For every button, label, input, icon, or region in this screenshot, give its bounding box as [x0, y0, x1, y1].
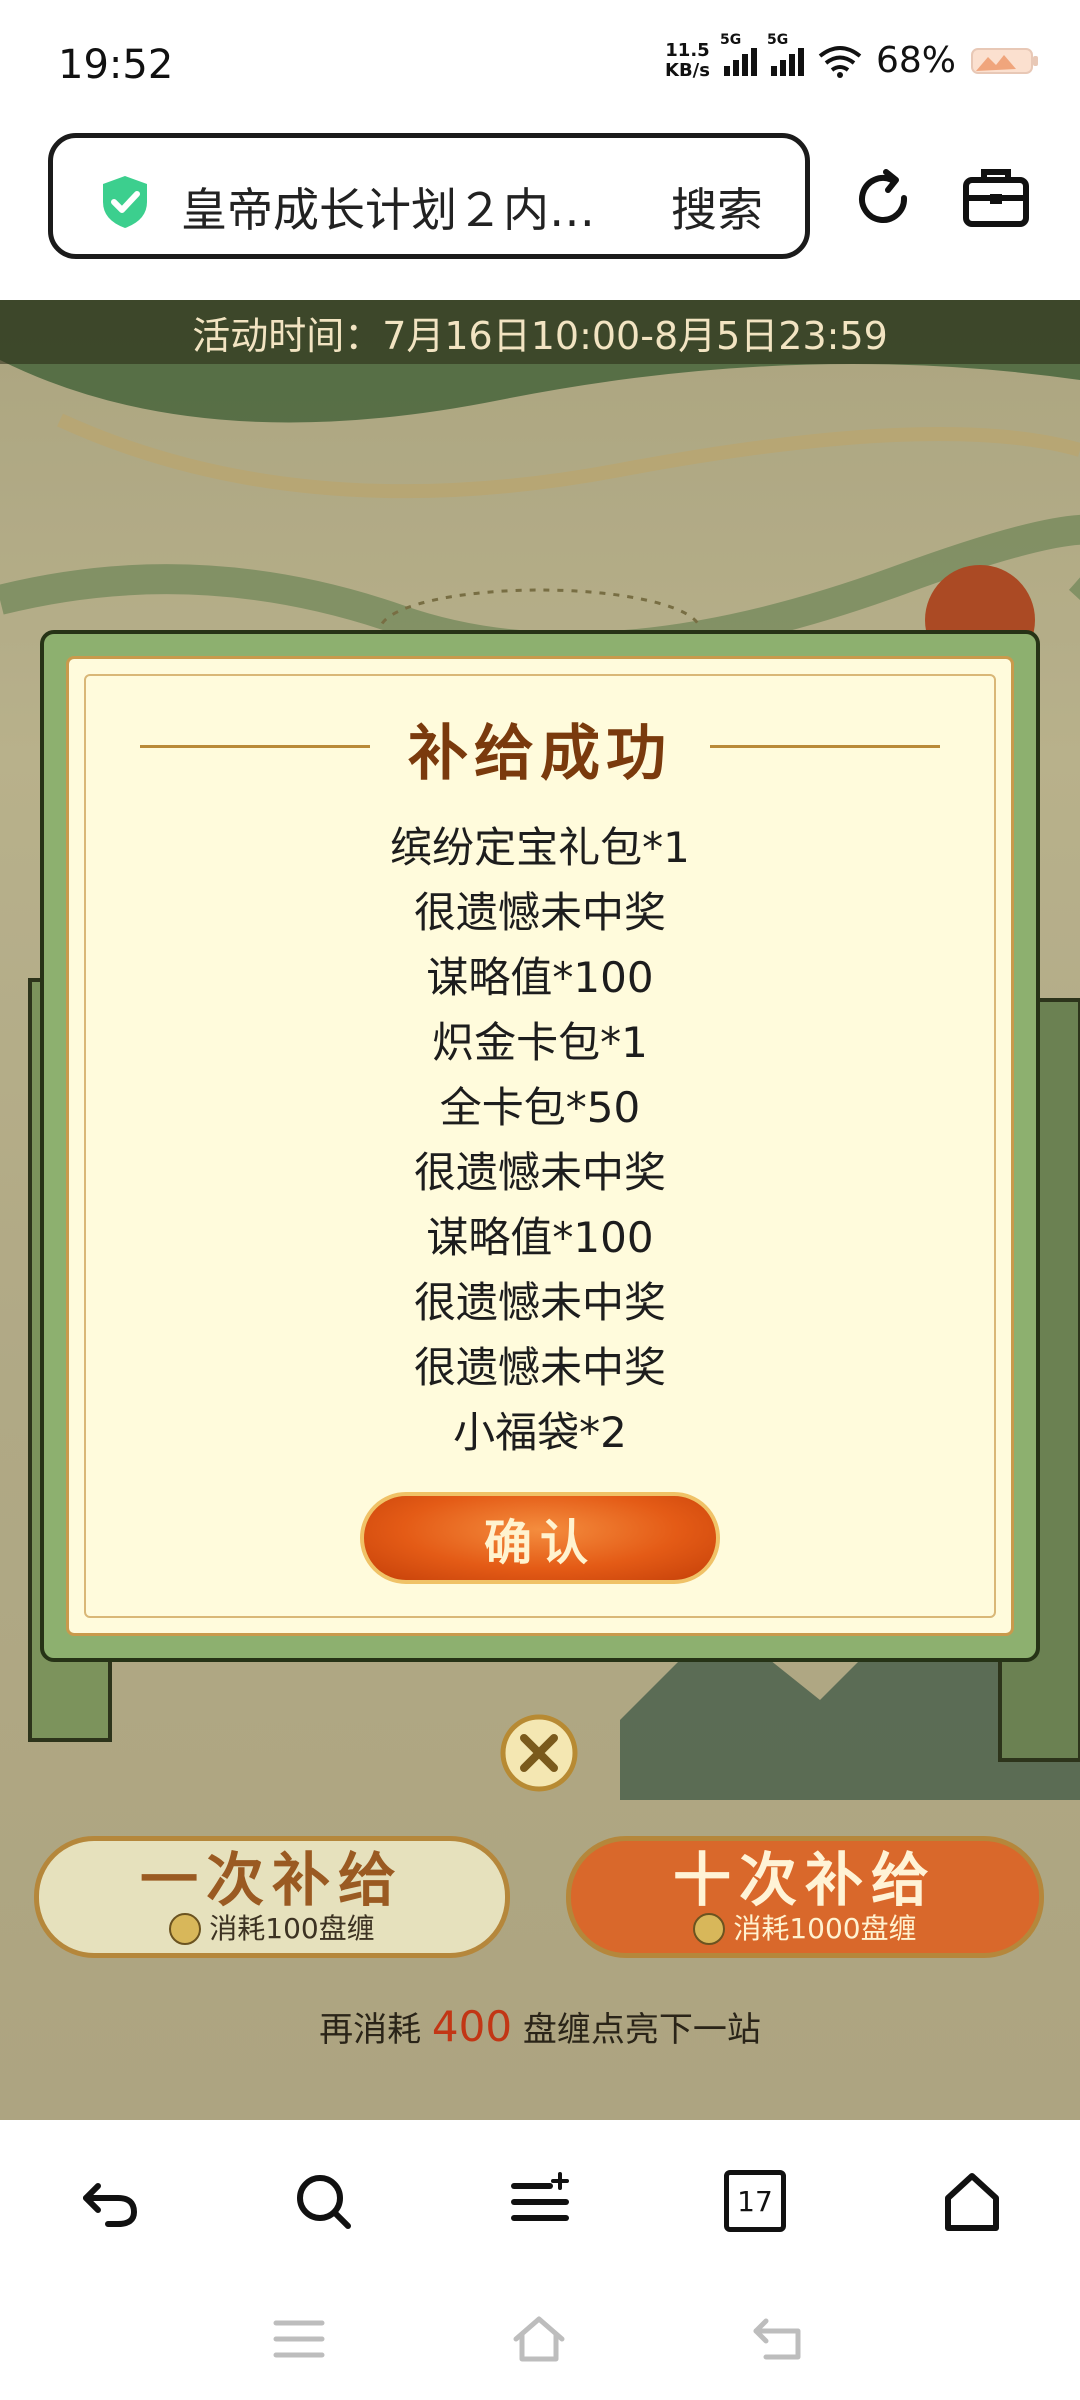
status-icons: 11.5 KB/s 5G 5G 68% — [665, 32, 1040, 81]
coin-icon — [169, 1913, 202, 1945]
status-time: 19:52 — [58, 42, 174, 88]
network-speed-unit: KB/s — [665, 59, 710, 81]
single-supply-title: 一次补给 — [139, 1846, 404, 1914]
toolbox-icon[interactable] — [962, 166, 1030, 230]
system-home-icon[interactable] — [512, 2315, 566, 2363]
result-item: 很遗憾未中奖 — [413, 1343, 666, 1392]
signal-5g-icon-2: 5G — [767, 32, 804, 76]
battery-percent: 68% — [875, 40, 956, 81]
system-back-icon[interactable] — [752, 2315, 806, 2363]
progress-suffix: 盘缠点亮下一站 — [522, 2010, 761, 2050]
single-supply-cost: 消耗100盘缠 — [169, 1912, 375, 1946]
modal-title: 补给成功 — [408, 719, 672, 789]
ten-supply-button[interactable]: 十次补给 消耗1000盘缠 — [566, 1836, 1044, 1958]
single-supply-cost-text: 消耗100盘缠 — [209, 1912, 375, 1945]
menu-icon[interactable] — [508, 2170, 572, 2234]
confirm-button[interactable]: 确认 — [360, 1492, 720, 1584]
single-supply-button[interactable]: 一次补给 消耗100盘缠 — [34, 1836, 510, 1958]
back-icon[interactable] — [78, 2170, 142, 2234]
tab-count: 17 — [737, 2184, 773, 2218]
network-speed: 11.5 KB/s — [665, 39, 710, 81]
address-bar[interactable]: 皇帝成长计划２内… 搜索 — [48, 133, 810, 259]
search-icon[interactable] — [292, 2170, 356, 2234]
result-item: 小福袋*2 — [453, 1408, 627, 1457]
network-speed-value: 11.5 — [665, 39, 710, 61]
search-button[interactable]: 搜索 — [671, 174, 763, 240]
reload-icon[interactable] — [852, 168, 916, 232]
coin-icon — [693, 1913, 726, 1945]
result-item: 缤纷定宝礼包*1 — [390, 823, 690, 872]
result-item: 谋略值*100 — [426, 1213, 654, 1262]
recent-apps-icon[interactable] — [272, 2315, 326, 2363]
security-shield-icon — [103, 176, 147, 228]
progress-hint: 再消耗 400 盘缠点亮下一站 — [0, 2002, 1080, 2051]
wifi-icon — [818, 45, 862, 78]
progress-prefix: 再消耗 — [319, 2010, 422, 2050]
signal-label-1: 5G — [719, 31, 742, 48]
ten-supply-cost: 消耗1000盘缠 — [693, 1912, 917, 1946]
ten-supply-cost-text: 消耗1000盘缠 — [733, 1912, 917, 1945]
event-time-text: 活动时间：7月16日10:00-8月5日23:59 — [192, 314, 888, 358]
result-item: 全卡包*50 — [439, 1083, 641, 1132]
home-icon[interactable] — [940, 2170, 1004, 2234]
close-icon[interactable] — [496, 1710, 582, 1796]
result-item: 很遗憾未中奖 — [413, 888, 666, 937]
result-item: 很遗憾未中奖 — [413, 1278, 666, 1327]
result-item: 炽金卡包*1 — [432, 1018, 648, 1067]
signal-label-2: 5G — [766, 31, 789, 48]
result-item: 很遗憾未中奖 — [413, 1148, 666, 1197]
result-list: 缤纷定宝礼包*1 很遗憾未中奖 谋略值*100 炽金卡包*1 全卡包*50 很遗… — [0, 815, 1080, 1465]
progress-amount: 400 — [431, 2002, 513, 2051]
battery-icon — [971, 47, 1038, 74]
result-item: 谋略值*100 — [426, 953, 654, 1002]
status-bar: 19:52 11.5 KB/s 5G 5G 68% — [0, 0, 1080, 125]
tabs-icon[interactable]: 17 — [724, 2170, 786, 2232]
ten-supply-title: 十次补给 — [672, 1846, 937, 1914]
signal-5g-icon-1: 5G — [720, 32, 757, 76]
url-text[interactable]: 皇帝成长计划２内… — [181, 174, 595, 240]
